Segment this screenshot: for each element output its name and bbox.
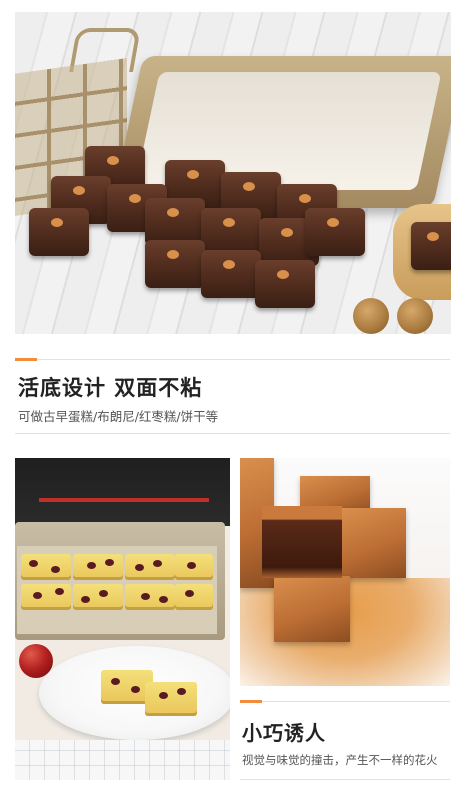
feature-subtitle: 可做古早蛋糕/布朗尼/红枣糕/饼干等 (18, 409, 219, 424)
product-box (15, 458, 230, 526)
cherry (19, 644, 53, 678)
section-divider (15, 433, 450, 434)
truffle-cube (274, 576, 350, 642)
product-photo-cake-tray (15, 458, 230, 780)
truffle-cube (342, 508, 406, 578)
feature-title: 活底设计 双面不粘 (18, 376, 203, 400)
feature-subtitle: 视觉与味觉的撞击，产生不一样的花火 (242, 753, 438, 767)
cranberry-cake-piece (73, 554, 123, 580)
brownie-piece (201, 208, 261, 256)
checkered-cloth (15, 740, 230, 780)
brownie-piece (201, 250, 261, 298)
section-divider (15, 359, 450, 360)
section-divider (240, 779, 450, 780)
truffle-cube-cut (262, 506, 342, 578)
cranberry-cake-piece (73, 584, 123, 610)
product-photo-brownie-pan (15, 12, 451, 334)
cranberry-cake-piece (145, 682, 197, 716)
brownie-piece (29, 208, 89, 256)
cranberry-cake-piece (21, 584, 71, 610)
walnut (353, 298, 389, 334)
cranberry-cake-piece (125, 554, 175, 580)
accent-bar (15, 358, 37, 361)
cranberry-cake-piece (21, 554, 71, 580)
brownie-piece (145, 240, 205, 288)
brownie-piece (145, 198, 205, 246)
brownie-piece (305, 208, 365, 256)
product-box-stripe (39, 498, 209, 502)
cranberry-cake-piece (125, 584, 175, 610)
product-photo-truffle-cubes (240, 458, 450, 686)
cranberry-cake-piece (175, 554, 213, 580)
section-divider (240, 701, 450, 702)
walnut (397, 298, 433, 334)
cranberry-cake-piece (175, 584, 213, 610)
brownie-piece (255, 260, 315, 308)
accent-bar (240, 700, 262, 703)
brownie-piece (411, 222, 451, 270)
feature-title: 小巧诱人 (242, 721, 326, 745)
